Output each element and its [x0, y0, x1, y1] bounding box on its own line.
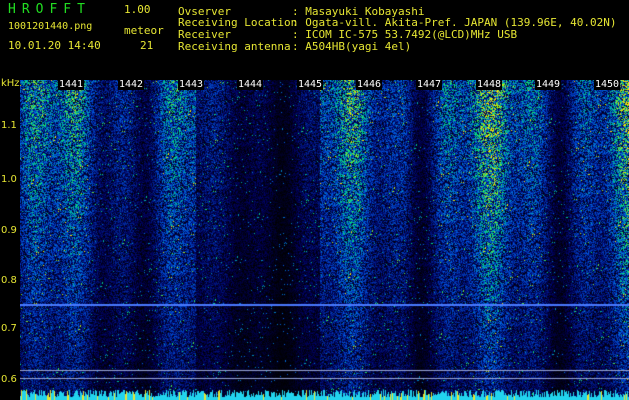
y-tick-label: 0.8: [1, 275, 17, 286]
minute-label: 1442: [118, 79, 145, 90]
minute-label: 1449: [535, 79, 562, 90]
header-panel: HROFFT 1.00 1001201440.png meteor 10.01.…: [0, 0, 629, 78]
file-name: 1001201440.png: [8, 21, 93, 32]
minute-label: 1447: [416, 79, 443, 90]
minute-label: 1443: [178, 79, 205, 90]
location-label: Receiving Location: [178, 16, 298, 29]
antenna-value: : A504HB(yagi 4el): [292, 40, 412, 53]
location-value: : Ogata-vill. Akita-Pref. JAPAN (139.96E…: [292, 16, 617, 29]
meteor-label: meteor: [124, 24, 164, 37]
minute-label: 1450: [594, 79, 621, 90]
spectrogram-canvas: [20, 80, 629, 400]
app-title: HROFFT: [8, 2, 91, 17]
date-time: 10.01.20 14:40: [8, 39, 101, 52]
minute-label: 1441: [58, 79, 85, 90]
y-tick-label: 0.9: [1, 225, 17, 236]
meteor-count: 21: [140, 39, 154, 52]
y-tick-label: 0.6: [1, 374, 17, 385]
y-tick-label: 1.0: [1, 174, 17, 185]
receiver-label: Receiver: [178, 28, 231, 41]
y-tick-label: 1.1: [1, 120, 17, 131]
minute-label: 1444: [237, 79, 264, 90]
receiver-value: : ICOM IC-575 53.7492(@LCD)MHz USB: [292, 28, 518, 41]
app-version: 1.00: [124, 3, 151, 16]
y-unit-label: kHz: [1, 78, 20, 89]
y-tick-label: 0.7: [1, 323, 17, 334]
minute-label: 1448: [476, 79, 503, 90]
minute-label: 1445: [297, 79, 324, 90]
antenna-label: Receiving antenna: [178, 40, 291, 53]
minute-label: 1446: [356, 79, 383, 90]
frequency-axis: kHz 1.1 1.0 0.9 0.8 0.7 0.6: [0, 78, 20, 400]
